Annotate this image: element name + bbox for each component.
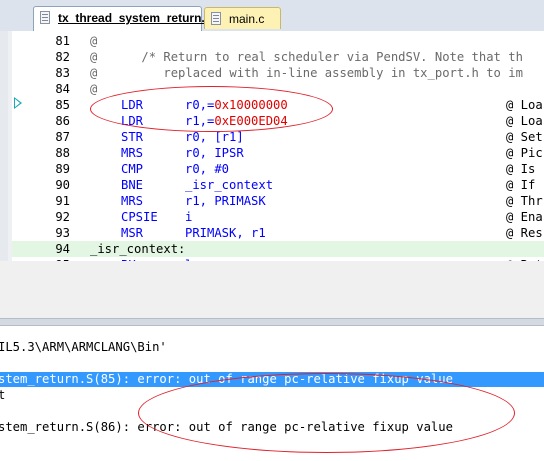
line-comment: @ Loa: [506, 114, 543, 128]
instruction-operands: PRIMASK, r1: [185, 226, 266, 240]
line-comment: @ Pic: [506, 146, 543, 160]
instruction-mnemonic: LDR: [121, 114, 144, 128]
code-line[interactable]: 94 _isr_context:: [12, 241, 544, 257]
line-comment: @ Ena: [506, 210, 543, 224]
line-comment: @ Set: [506, 130, 543, 144]
code-text: MRS r0, IPSR: [121, 145, 244, 161]
comment-text: @: [90, 34, 98, 48]
instruction-operands: r1, PRIMASK: [185, 194, 266, 208]
file-icon: [211, 12, 221, 25]
current-line-arrow-icon: [14, 97, 22, 109]
line-number: 89: [55, 162, 70, 176]
code-text: MRS r1, PRIMASK: [121, 193, 266, 209]
code-text: @ /* Return to real scheduler via PendSV…: [90, 49, 523, 65]
code-line[interactable]: 87 STR r0, [r1] @ Set: [12, 129, 544, 145]
line-comment: @ Loa: [506, 98, 543, 112]
code-text: CMP r0, #0: [121, 161, 229, 177]
comment-text: @ /* Return to real scheduler via PendSV…: [90, 50, 523, 64]
code-line[interactable]: 82 @ /* Return to real scheduler via Pend…: [12, 49, 544, 65]
code-line[interactable]: 83 @ replaced with in-line assembly in tx…: [12, 65, 544, 81]
line-comment: @ Res: [506, 226, 543, 240]
code-line[interactable]: 89 CMP r0, #0 @ Is: [12, 161, 544, 177]
panel-splitter[interactable]: [0, 318, 544, 326]
instruction-operands: r0, [r1]: [185, 130, 244, 144]
build-output-window[interactable]: IL5.3\ARM\ARMCLANG\Bin' stem_return.S(85)…: [0, 326, 544, 461]
instruction-operands: r0, #0: [185, 162, 230, 176]
output-line[interactable]: [0, 404, 544, 419]
code-line[interactable]: 81 @: [12, 33, 544, 49]
line-number: 82: [55, 50, 70, 64]
code-editor[interactable]: 81 @82 @ /* Return to real scheduler via P…: [0, 31, 544, 293]
instruction-mnemonic: CMP: [121, 162, 144, 176]
code-line[interactable]: 88 MRS r0, IPSR @ Pic: [12, 145, 544, 161]
code-text: BNE _isr_context: [121, 177, 273, 193]
line-number: 83: [55, 66, 70, 80]
tab-label: tx_thread_system_return.S: [58, 11, 213, 25]
instruction-operands: r1,=: [185, 114, 215, 128]
instruction-operands: i: [185, 210, 193, 224]
output-line[interactable]: stem_return.S(86): error: out of range p…: [0, 420, 544, 435]
panel-gap: [0, 261, 544, 318]
instruction-mnemonic: MRS: [121, 146, 144, 160]
code-text: STR r0, [r1]: [121, 129, 244, 145]
instruction-operands: _isr_context: [185, 178, 274, 192]
instruction-mnemonic: STR: [121, 130, 144, 144]
line-number: 94: [55, 242, 70, 256]
line-number: 90: [55, 178, 70, 192]
line-number: 92: [55, 210, 70, 224]
label-text: _isr_context:: [90, 242, 186, 256]
code-line[interactable]: 91 MRS r1, PRIMASK @ Thr: [12, 193, 544, 209]
code-line[interactable]: 86 LDR r1,=0xE000ED04 @ Loa: [12, 113, 544, 129]
output-line[interactable]: IL5.3\ARM\ARMCLANG\Bin': [0, 340, 544, 355]
instruction-operands: r0,=: [185, 98, 215, 112]
code-text: LDR r0,=0x10000000: [121, 97, 288, 113]
code-line[interactable]: 90 BNE _isr_context @ If: [12, 177, 544, 193]
code-text: @ replaced with in-line assembly in tx_p…: [90, 65, 523, 81]
line-number: 81: [55, 34, 70, 48]
code-text: MSR PRIMASK, r1: [121, 225, 266, 241]
comment-text: @ replaced with in-line assembly in tx_p…: [90, 66, 523, 80]
instruction-mnemonic: CPSIE: [121, 210, 158, 224]
line-comment: @ Thr: [506, 194, 543, 208]
hex-literal: 0xE000ED04: [214, 114, 288, 128]
instruction-mnemonic: MRS: [121, 194, 144, 208]
code-line[interactable]: 85 LDR r0,=0x10000000 @ Loa: [12, 97, 544, 113]
tab-label: main.c: [229, 12, 265, 26]
code-text: CPSIE i: [121, 209, 192, 225]
line-comment: @ If: [506, 178, 536, 192]
code-text: LDR r1,=0xE000ED04: [121, 113, 288, 129]
comment-text: @: [90, 82, 98, 96]
code-line[interactable]: 92 CPSIE i @ Ena: [12, 209, 544, 225]
instruction-mnemonic: BNE: [121, 178, 144, 192]
line-comment: @ Is: [506, 162, 536, 176]
code-text: @: [90, 81, 97, 97]
output-line[interactable]: [0, 356, 544, 371]
line-number: 86: [55, 114, 70, 128]
code-text: @: [90, 33, 97, 49]
line-number: 93: [55, 226, 70, 240]
line-number: 88: [55, 146, 70, 160]
instruction-mnemonic: MSR: [121, 226, 144, 240]
instruction-operands: r0, IPSR: [185, 146, 244, 160]
output-line[interactable]: stem_return.S(85): error: out of range p…: [0, 372, 544, 387]
tab-tx-thread-system-return[interactable]: tx_thread_system_return.S: [33, 6, 213, 31]
code-line[interactable]: 84 @: [12, 81, 544, 97]
code-text: _isr_context:: [90, 241, 185, 257]
editor-tab-bar: tx_thread_system_return.S main.c: [0, 0, 544, 32]
hex-literal: 0x10000000: [214, 98, 288, 112]
line-number: 91: [55, 194, 70, 208]
line-number: 84: [55, 82, 70, 96]
code-line[interactable]: 93 MSR PRIMASK, r1 @ Res: [12, 225, 544, 241]
output-line[interactable]: t: [0, 388, 544, 403]
file-icon: [40, 11, 50, 24]
line-number: 87: [55, 130, 70, 144]
tab-main-c[interactable]: main.c: [204, 7, 281, 29]
instruction-mnemonic: LDR: [121, 98, 144, 112]
